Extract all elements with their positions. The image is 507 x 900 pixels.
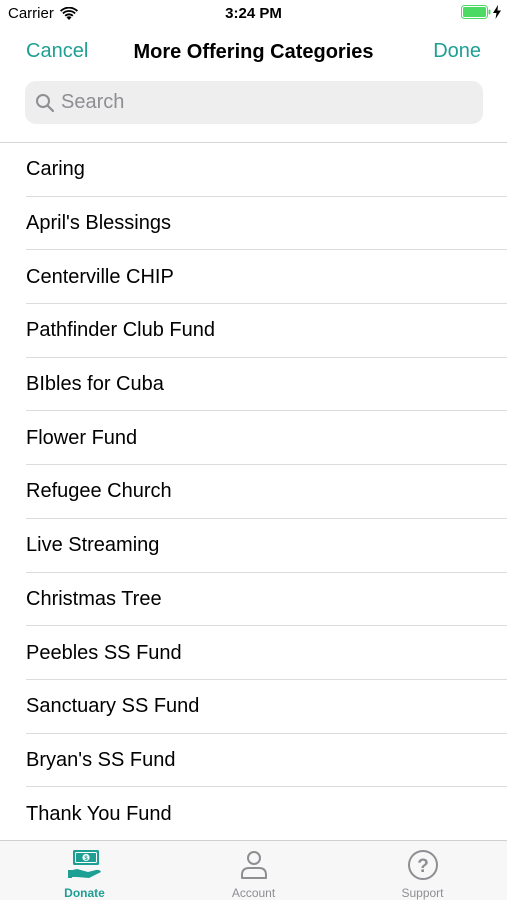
tab-account-label: Account (231, 886, 276, 900)
category-list: Caring April's Blessings Centerville CHI… (0, 143, 507, 841)
list-item-label: April's Blessings (26, 212, 171, 235)
list-item-label: Flower Fund (26, 426, 138, 449)
list-item-label: Thank You Fund (26, 802, 172, 825)
battery-indicator (461, 5, 501, 19)
list-item[interactable]: Refugee Church (0, 465, 507, 519)
tab-donate[interactable]: $ Donate (0, 841, 169, 900)
tab-account[interactable]: Account (169, 841, 338, 900)
search-input[interactable] (61, 91, 461, 114)
tab-support-label: Support (401, 886, 444, 900)
search-bar[interactable] (25, 81, 483, 124)
list-item-label: Bryan's SS Fund (26, 748, 176, 771)
charging-bolt-icon (493, 5, 501, 19)
list-item[interactable]: Pathfinder Club Fund (0, 304, 507, 358)
list-item[interactable]: April's Blessings (0, 197, 507, 251)
cancel-button[interactable]: Cancel (26, 40, 88, 63)
navigation-bar: Cancel More Offering Categories Done (0, 28, 507, 76)
account-icon (240, 851, 267, 879)
list-item[interactable]: Sanctuary SS Fund (0, 680, 507, 734)
list-item[interactable]: Live Streaming (0, 519, 507, 573)
list-item-label: Christmas Tree (26, 587, 162, 610)
list-item-label: Centerville CHIP (26, 265, 174, 288)
list-item[interactable]: Flower Fund (0, 411, 507, 465)
list-item-label: Refugee Church (26, 480, 172, 503)
list-item-label: Live Streaming (26, 534, 160, 557)
done-button[interactable]: Done (433, 40, 481, 63)
svg-text:?: ? (417, 856, 429, 877)
status-time: 3:24 PM (225, 5, 282, 22)
donate-icon: $ (67, 850, 101, 878)
list-item-label: Peebles SS Fund (26, 641, 182, 664)
list-item-label: Sanctuary SS Fund (26, 695, 200, 718)
search-icon (36, 93, 55, 112)
support-icon: ? (407, 850, 438, 880)
list-item-label: BIbles for Cuba (26, 373, 164, 396)
list-item[interactable]: Caring (0, 143, 507, 197)
list-item-label: Caring (26, 158, 85, 181)
battery-icon (461, 5, 491, 19)
list-item[interactable]: Thank You Fund (0, 787, 507, 841)
list-item[interactable]: Centerville CHIP (0, 250, 507, 304)
list-item[interactable]: Bryan's SS Fund (0, 734, 507, 788)
list-item[interactable]: Peebles SS Fund (0, 626, 507, 680)
tab-bar: $ Donate Account ? Support (0, 840, 507, 900)
list-item-label: Pathfinder Club Fund (26, 319, 216, 342)
tab-support[interactable]: ? Support (338, 841, 507, 900)
list-item[interactable]: BIbles for Cuba (0, 358, 507, 412)
status-bar: Carrier 3:24 PM (0, 0, 507, 28)
list-item[interactable]: Christmas Tree (0, 573, 507, 627)
tab-donate-label: Donate (64, 886, 105, 900)
